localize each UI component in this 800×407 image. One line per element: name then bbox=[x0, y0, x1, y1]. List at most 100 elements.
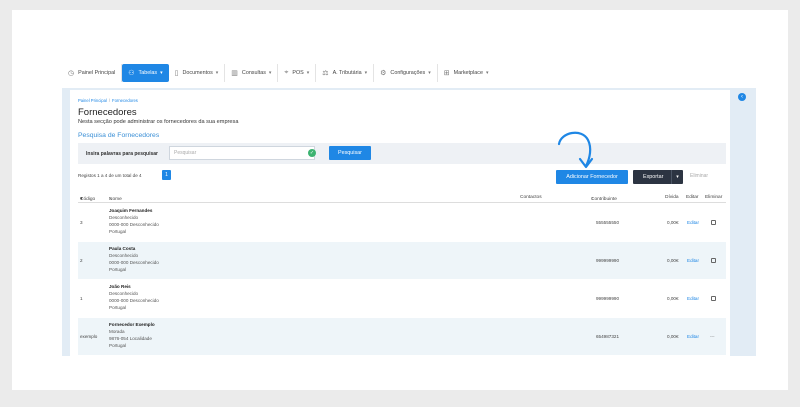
screenshot-card: ◷ Painel Principal ⚇ Tabelas ▾ ▯ Documen… bbox=[12, 10, 788, 390]
users-icon: ⚇ bbox=[128, 70, 135, 77]
app-window: ◷ Painel Principal ⚇ Tabelas ▾ ▯ Documen… bbox=[62, 60, 756, 356]
row-debt: 0,00€ bbox=[667, 220, 679, 225]
page-description: Nesta secção pode administrar os fornece… bbox=[78, 119, 239, 125]
row-country: Portugal bbox=[109, 305, 127, 310]
nav-item-tabelas[interactable]: ⚇ Tabelas ▾ bbox=[122, 64, 169, 82]
chevron-down-icon: ▾ bbox=[364, 70, 368, 76]
nav-item-consultas[interactable]: ▥ Consultas ▾ bbox=[225, 64, 279, 82]
sort-icon: ↕ bbox=[109, 197, 112, 202]
row-nif: 999999990 bbox=[596, 258, 619, 263]
annotation-arrow-icon bbox=[557, 131, 594, 169]
delete-button[interactable]: Eliminar bbox=[690, 173, 708, 179]
header-contacts: Contactos bbox=[520, 195, 542, 200]
dashboard-icon: ◷ bbox=[68, 70, 75, 77]
row-address: Desconhecido bbox=[109, 253, 139, 258]
table-row: 2 Paula Costa Desconhecido 0000-000 Desc… bbox=[78, 242, 726, 279]
header-edit: Editar bbox=[686, 195, 699, 200]
sort-icon: ▾ bbox=[80, 197, 83, 202]
nav-item-pos[interactable]: ⌖ POS ▾ bbox=[278, 64, 317, 82]
row-address: Morada bbox=[109, 329, 125, 334]
table-row: exemplo Fornecedor Exemplo Morada 9876-0… bbox=[78, 318, 726, 355]
row-name[interactable]: Paula Costa bbox=[109, 246, 135, 251]
row-delete-checkbox[interactable] bbox=[711, 296, 716, 301]
row-nif: 555555550 bbox=[596, 220, 619, 225]
row-debt: 0,00€ bbox=[667, 334, 679, 339]
row-delete-checkbox[interactable] bbox=[711, 220, 716, 225]
row-code: 2 bbox=[80, 258, 83, 263]
row-country: Portugal bbox=[109, 229, 127, 234]
row-code: 3 bbox=[80, 220, 83, 225]
pos-icon: ⌖ bbox=[284, 69, 289, 76]
nav-item-documentos[interactable]: ▯ Documentos ▾ bbox=[169, 64, 226, 82]
nav-item-painel-principal[interactable]: ◷ Painel Principal bbox=[62, 64, 123, 82]
nav-label: Consultas bbox=[241, 70, 266, 76]
chevron-down-icon: ▾ bbox=[306, 70, 310, 76]
row-name[interactable]: Fornecedor Exemplo bbox=[109, 322, 155, 327]
chevron-down-icon: ▾ bbox=[160, 70, 163, 76]
chevron-down-icon: ▾ bbox=[268, 70, 272, 76]
row-nif: 999999990 bbox=[596, 296, 619, 301]
row-postal: 9876-054 Localidade bbox=[109, 336, 152, 341]
row-name[interactable]: Joaquim Fernandes bbox=[109, 208, 152, 213]
nav-label: Painel Principal bbox=[78, 70, 116, 76]
row-debt: 0,00€ bbox=[667, 258, 679, 263]
chart-icon: ▥ bbox=[231, 70, 238, 77]
tax-icon: ⚖ bbox=[322, 70, 329, 77]
side-panel-toggle-icon[interactable]: ‹ bbox=[738, 93, 746, 101]
nav-item-a-tributaria[interactable]: ⚖ A. Tributária ▾ bbox=[316, 64, 375, 82]
row-address: Desconhecido bbox=[109, 215, 139, 220]
row-delete-checkbox[interactable] bbox=[711, 258, 716, 263]
export-button[interactable]: Exportar ▾ bbox=[633, 170, 683, 184]
row-edit-link[interactable]: Editar bbox=[687, 334, 699, 339]
header-debt: Dívida bbox=[665, 195, 679, 200]
nav-label: Tabelas bbox=[138, 70, 158, 76]
document-icon: ▯ bbox=[174, 70, 179, 77]
search-label: Insira palavras para pesquisar bbox=[86, 151, 158, 157]
nav-label: Configurações bbox=[390, 70, 426, 76]
search-button[interactable]: Pesquisar bbox=[329, 146, 371, 160]
breadcrumb-current[interactable]: Fornecedores bbox=[112, 98, 138, 103]
page-title: Fornecedores bbox=[78, 107, 137, 118]
row-debt: 0,00€ bbox=[667, 296, 679, 301]
pagination-page[interactable]: 1 bbox=[162, 170, 171, 180]
export-label: Exportar bbox=[643, 174, 664, 180]
add-supplier-button[interactable]: Adicionar Fornecedor bbox=[556, 170, 628, 184]
row-name[interactable]: João Reis bbox=[109, 284, 131, 289]
chevron-down-icon[interactable]: ▾ bbox=[671, 170, 683, 184]
table-row: 3 Joaquim Fernandes Desconhecido 0000-00… bbox=[78, 204, 726, 241]
row-code: exemplo bbox=[80, 334, 98, 339]
search-input[interactable] bbox=[169, 146, 315, 160]
nav-item-configuracoes[interactable]: ⚙ Configurações ▾ bbox=[374, 64, 438, 82]
row-postal: 0000-000 Desconhecido bbox=[109, 298, 159, 303]
row-country: Portugal bbox=[109, 267, 127, 272]
search-section-title: Pesquisa de Fornecedores bbox=[78, 132, 160, 139]
records-count: Registos 1 a 4 de um total de 4 bbox=[78, 173, 142, 178]
header-nif-label: Contribuinte bbox=[591, 197, 617, 202]
nav-label: POS bbox=[292, 70, 304, 76]
top-navigation: ◷ Painel Principal ⚇ Tabelas ▾ ▯ Documen… bbox=[62, 64, 756, 82]
breadcrumb: Painel Principal / Fornecedores bbox=[78, 98, 138, 103]
row-edit-link[interactable]: Editar bbox=[687, 258, 699, 263]
table-header: Código ▾ Nome ↕ Contactos Contribuinte ↕… bbox=[78, 193, 726, 203]
row-edit-link[interactable]: Editar bbox=[687, 220, 699, 225]
nav-label: Marketplace bbox=[453, 70, 483, 76]
nav-label: A. Tributária bbox=[332, 70, 362, 76]
breadcrumb-home[interactable]: Painel Principal bbox=[78, 98, 107, 103]
row-country: Portugal bbox=[109, 343, 127, 348]
row-postal: 0000-000 Desconhecido bbox=[109, 260, 159, 265]
row-nif: 654987321 bbox=[596, 334, 619, 339]
chevron-down-icon: ▾ bbox=[428, 70, 431, 76]
row-address: Desconhecido bbox=[109, 291, 139, 296]
row-delete-disabled: --- bbox=[710, 334, 715, 339]
settings-icon: ⚙ bbox=[380, 70, 387, 77]
nav-label: Documentos bbox=[182, 70, 213, 76]
search-bar: Insira palavras para pesquisar ✓ Pesquis… bbox=[78, 143, 726, 164]
nav-item-marketplace[interactable]: ⊞ Marketplace ▾ bbox=[438, 64, 495, 82]
chevron-down-icon: ▾ bbox=[215, 70, 219, 76]
row-edit-link[interactable]: Editar bbox=[687, 296, 699, 301]
check-icon: ✓ bbox=[308, 149, 316, 157]
main-content: Painel Principal / Fornecedores Fornecedor… bbox=[70, 90, 730, 356]
marketplace-icon: ⊞ bbox=[443, 70, 450, 77]
sort-icon: ↕ bbox=[591, 197, 594, 202]
chevron-down-icon: ▾ bbox=[485, 70, 489, 76]
